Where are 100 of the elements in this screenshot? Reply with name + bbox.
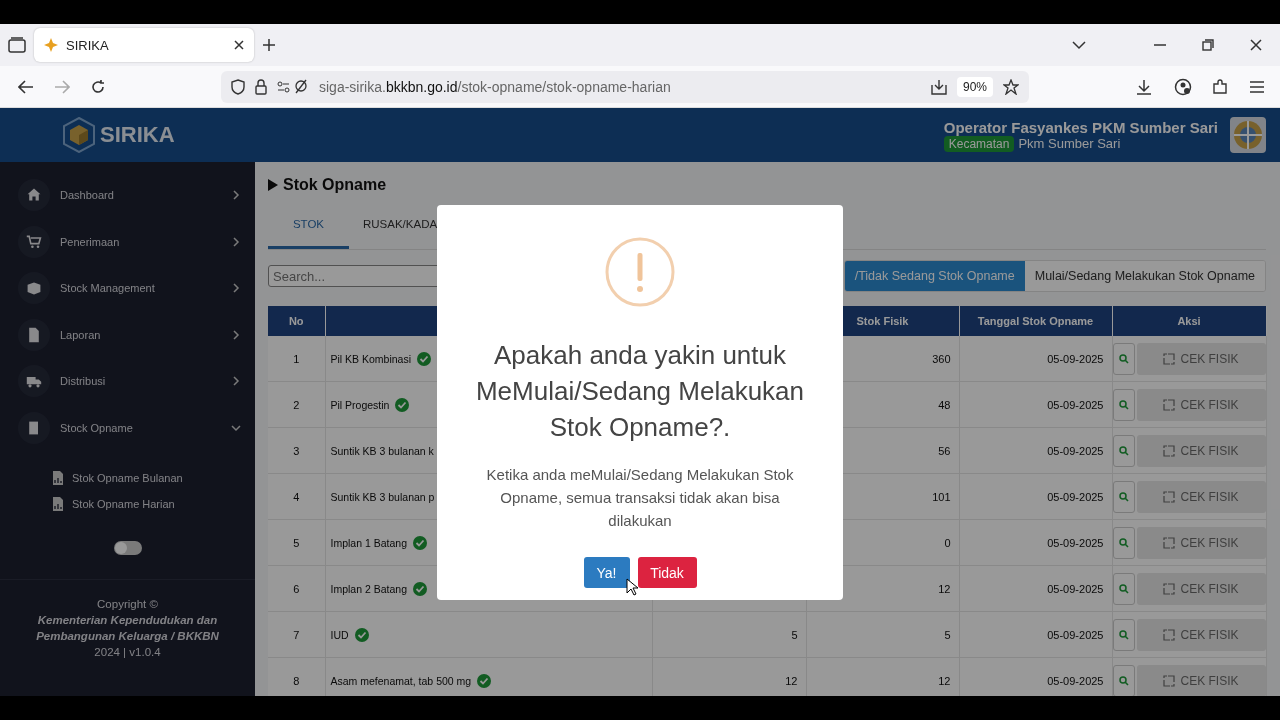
view-button[interactable]: [1112, 618, 1135, 651]
table-cell: Pil KB Kombinasi: [330, 352, 412, 365]
app-logo-text: SIRIKA: [100, 122, 175, 148]
table-cell: 12: [785, 674, 798, 687]
chevron-down-icon[interactable]: [1072, 40, 1086, 50]
table-cell: Implan 2 Batang: [330, 582, 407, 595]
table-cell: 48: [938, 398, 951, 411]
warning-icon: [605, 237, 675, 307]
status-toggle-button[interactable]: /Tidak Sedang Stok Opname: [844, 261, 1025, 291]
table-cell: 0: [944, 536, 951, 549]
tab[interactable]: STOK: [268, 204, 349, 249]
sidebar-subitem[interactable]: Stok Opname Harian: [52, 497, 241, 511]
copyright-text: Copyright ©: [97, 598, 158, 610]
page-title: Stok Opname: [283, 176, 387, 194]
cart-icon: [26, 233, 42, 250]
search-icon: [1118, 583, 1129, 594]
table-cell: 5: [268, 519, 325, 566]
cube-logo-icon: [62, 117, 96, 153]
emblem-avatar[interactable]: [1230, 117, 1266, 153]
user-name: Operator Fasyankes PKM Sumber Sari: [943, 118, 1218, 136]
view-button[interactable]: [1112, 434, 1135, 467]
table-cell: 6: [268, 565, 325, 612]
scan-frame-icon: [1163, 352, 1176, 365]
cancel-button[interactable]: Tidak: [637, 557, 697, 588]
table-cell: 05-09-2025: [1047, 582, 1104, 595]
table-cell: 05-09-2025: [1047, 536, 1104, 549]
view-button[interactable]: [1112, 388, 1135, 421]
table-cell: 360: [932, 352, 951, 365]
search-icon: [1118, 629, 1129, 640]
table-cell: 1: [268, 336, 325, 382]
tab-list-icon[interactable]: [8, 37, 26, 53]
shield-icon: [231, 78, 245, 95]
table-cell: 101: [932, 490, 951, 503]
table-cell: 05-09-2025: [1047, 490, 1104, 503]
star-icon[interactable]: [1003, 78, 1019, 95]
sidebar-item[interactable]: Laporan: [18, 311, 241, 358]
table-cell: IUD: [330, 628, 349, 641]
puzzle-icon[interactable]: [1212, 78, 1228, 95]
scan-frame-icon: [1163, 536, 1176, 549]
reload-icon[interactable]: [90, 78, 106, 95]
sidebar-item[interactable]: Stock Management: [18, 265, 241, 312]
version-text: 2024 | v1.0.4: [94, 646, 161, 658]
sidebar-item[interactable]: Dashboard: [18, 172, 241, 219]
table-cell: 5: [944, 628, 951, 641]
scan-frame-icon: [1163, 674, 1176, 687]
browser-tab[interactable]: SIRIKA: [34, 28, 254, 62]
table-cell: Implan 1 Batang: [330, 536, 407, 549]
back-icon[interactable]: [18, 79, 34, 94]
view-button[interactable]: [1112, 342, 1135, 375]
sparkle-icon: [44, 38, 58, 52]
status-toggle-button[interactable]: Mulai/Sedang Melakukan Stok Opname: [1024, 261, 1265, 291]
table-cell: 05-09-2025: [1047, 444, 1104, 457]
plus-icon[interactable]: [262, 38, 276, 52]
tray-download-icon[interactable]: [930, 78, 947, 95]
view-button[interactable]: [1112, 480, 1135, 513]
address-bar[interactable]: siga-sirika.bkkbn.go.id/stok-opname/stok-opname-harian 90%: [221, 70, 1029, 103]
close-icon[interactable]: [1250, 39, 1262, 51]
account-icon[interactable]: [1174, 77, 1192, 96]
dialog-title: Apakah anda yakin untuk MeMulai/Sedang Melakukan Stok Opname?.: [474, 339, 806, 444]
close-icon[interactable]: [234, 40, 244, 50]
table-cell: 4: [268, 473, 325, 520]
download-icon[interactable]: [1136, 78, 1152, 95]
table-cell: 05-09-2025: [1047, 628, 1104, 641]
table-cell: 7: [268, 611, 325, 658]
sidebar-item[interactable]: Stock Opname: [18, 404, 241, 451]
dialog-message: Ketika anda meMulai/Sedang Melakukan Stok Opname, semua transaksi tidak akan bisa dilakukan: [485, 465, 795, 531]
sidebar-item[interactable]: Penerimaan: [18, 218, 241, 265]
sidebar-item[interactable]: Distribusi: [18, 358, 241, 405]
unit-name: Pkm Sumber Sari: [1018, 136, 1121, 151]
column-header: No: [268, 306, 325, 336]
search-icon: [1118, 399, 1129, 410]
file-icon: [26, 326, 42, 343]
scan-frame-icon: [1163, 490, 1176, 503]
scan-frame-icon: [1163, 398, 1176, 411]
table-cell: 05-09-2025: [1047, 352, 1104, 365]
table-cell: 5: [791, 628, 798, 641]
sidebar-subitem[interactable]: Stok Opname Bulanan: [52, 471, 241, 485]
zoom-badge[interactable]: 90%: [956, 76, 993, 97]
search-icon: [1118, 445, 1129, 456]
table-cell: 56: [938, 444, 951, 457]
scan-frame-icon: [1163, 444, 1176, 457]
table-cell: Suntik KB 3 bulanan p: [330, 490, 435, 503]
scan-frame-icon: [1163, 628, 1176, 641]
tab[interactable]: RUSAK/KADA: [349, 204, 452, 249]
search-icon: [1118, 353, 1129, 364]
menu-icon[interactable]: [1250, 80, 1264, 93]
table-cell: Asam mefenamat, tab 500 mg: [330, 674, 472, 687]
table-cell: Suntik KB 3 bulanan k: [330, 444, 434, 457]
view-button[interactable]: [1112, 526, 1135, 559]
table-cell: 8: [268, 657, 325, 696]
home-icon: [26, 187, 42, 204]
confirm-button[interactable]: Ya!: [583, 557, 630, 588]
restore-icon[interactable]: [1202, 39, 1214, 51]
box-icon: [26, 280, 42, 297]
table-cell: 3: [268, 427, 325, 474]
column-header: Tanggal Stok Opname: [959, 306, 1112, 336]
organization-name: Kementerian Kependudukan dan Pembangunan Keluarga / BKKBN: [35, 613, 220, 644]
mouse-pointer-icon: [626, 578, 638, 596]
view-button[interactable]: [1112, 572, 1135, 605]
theme-toggle[interactable]: [113, 541, 142, 555]
